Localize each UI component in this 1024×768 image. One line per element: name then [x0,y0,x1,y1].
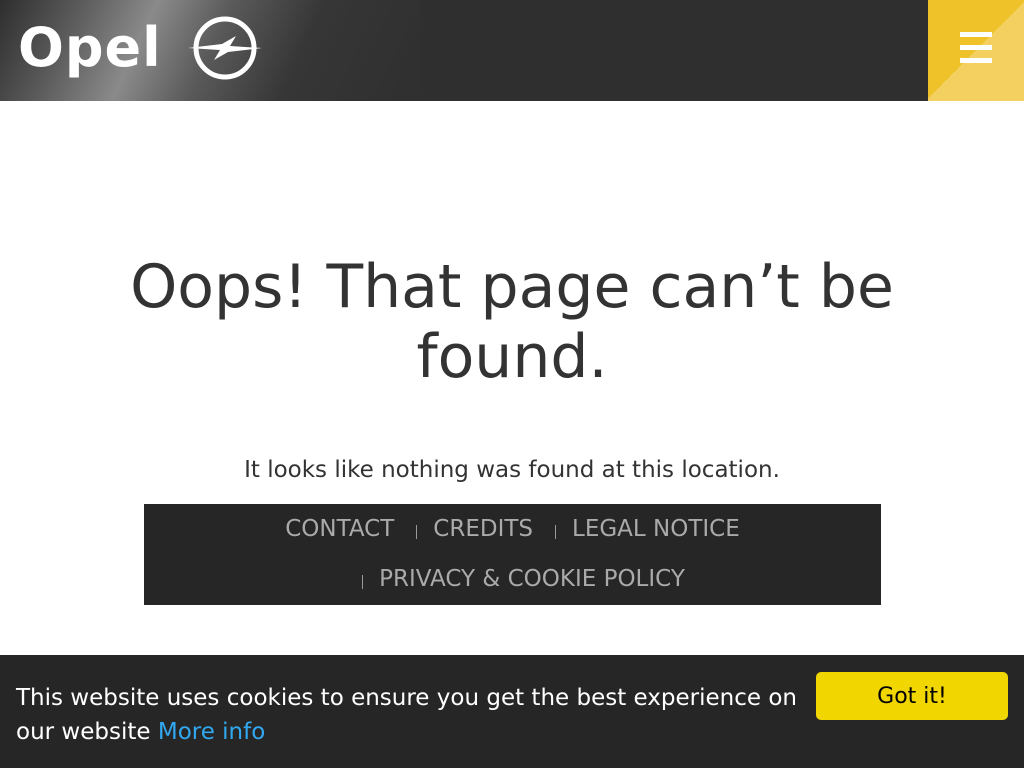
cookie-message-container: This website uses cookies to ensure you … [16,681,806,749]
page: Opel Oops! That page can’t be found. It … [0,0,1024,768]
menu-button[interactable] [928,0,1024,101]
footer-nav: CONTACT CREDITS LEGAL NOTICE PRIVACY & C… [144,504,881,605]
contact-link[interactable]: CONTACT [285,516,394,542]
footer-nav-row: CONTACT CREDITS LEGAL NOTICE [144,509,881,549]
nav-separator [362,575,364,589]
privacy-cookie-policy-link[interactable]: PRIVACY & COOKIE POLICY [379,566,685,592]
opel-blitz-icon [187,16,262,80]
brand-name: Opel [18,16,162,79]
site-header: Opel [0,0,1024,101]
more-info-link[interactable]: More info [158,719,265,745]
not-found-message: It looks like nothing was found at this … [244,457,780,483]
legal-notice-link[interactable]: LEGAL NOTICE [572,516,740,542]
brand-home-link[interactable]: Opel [18,14,264,82]
nav-separator [555,525,557,539]
nav-separator [416,525,418,539]
credits-link[interactable]: CREDITS [433,516,533,542]
page-title: Oops! That page can’t be found. [130,252,894,392]
cookie-message: This website uses cookies to ensure you … [16,685,797,745]
cookie-banner: This website uses cookies to ensure you … [0,655,1024,768]
accept-cookies-button[interactable]: Got it! [816,672,1008,720]
footer-nav-row: PRIVACY & COOKIE POLICY [144,559,881,599]
